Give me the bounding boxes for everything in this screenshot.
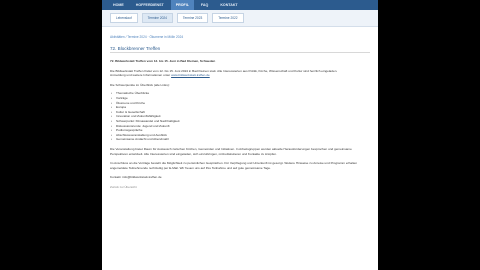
list-item: Gemeinsame Andacht und Abendmahl	[111, 137, 370, 142]
lead-text: 72. Bildwerkstatt Treffen vom 12. bis 15…	[110, 59, 216, 63]
topic-list: Thematische Überblicke Vorträge Ökumene …	[110, 91, 370, 142]
nav-item-faq[interactable]: FAQ	[196, 0, 213, 10]
list-intro: Die Schwerpunkte im Überblick (alle Link…	[110, 82, 170, 87]
registration-link[interactable]: www.bildwerkstatt-treffen.de	[171, 73, 210, 77]
article-content: Aktivitäten / Termine 2024 · Ökumene in …	[102, 27, 378, 189]
tab-lebenslauf[interactable]: Lebenslauf	[110, 13, 138, 23]
nav-item-profil[interactable]: Profil	[170, 0, 194, 10]
top-navigation: Home Hofferdienst Profil FAQ Kontakt	[102, 0, 378, 10]
nav-item-home[interactable]: Home	[108, 0, 129, 10]
tab-termine-2023[interactable]: Termine 2023	[176, 13, 209, 23]
contact-line[interactable]: Kontakt: info@bildwerkstatt-treffen.de	[110, 175, 370, 180]
body-paragraph-1: Die Veranstaltung bietet Raum für Austau…	[110, 146, 352, 156]
document-page: Home Hofferdienst Profil FAQ Kontakt Leb…	[102, 0, 378, 270]
back-link[interactable]: Zurück zur Übersicht	[110, 185, 370, 189]
body-paragraph-2: Im Anschluss an die Vorträge besteht die…	[110, 161, 358, 170]
nav-item-hofferdienst[interactable]: Hofferdienst	[131, 0, 169, 10]
breadcrumb[interactable]: Aktivitäten / Termine 2024 · Ökumene in …	[110, 35, 370, 39]
intro-link-label: Anmeldung und weitere Informationen unte…	[110, 73, 171, 78]
tab-termine-2022[interactable]: Termine 2022	[212, 13, 244, 23]
heading-divider	[110, 52, 370, 53]
intro-link-line: Anmeldung und weitere Informationen unte…	[110, 73, 370, 78]
article-heading: 72. Blockbrenner Treffen	[110, 46, 161, 51]
nav-item-kontakt[interactable]: Kontakt	[215, 0, 242, 10]
sub-navigation: Lebenslauf Termine 2024 Termine 2023 Ter…	[102, 10, 378, 27]
tab-termine-2024[interactable]: Termine 2024	[141, 13, 173, 23]
